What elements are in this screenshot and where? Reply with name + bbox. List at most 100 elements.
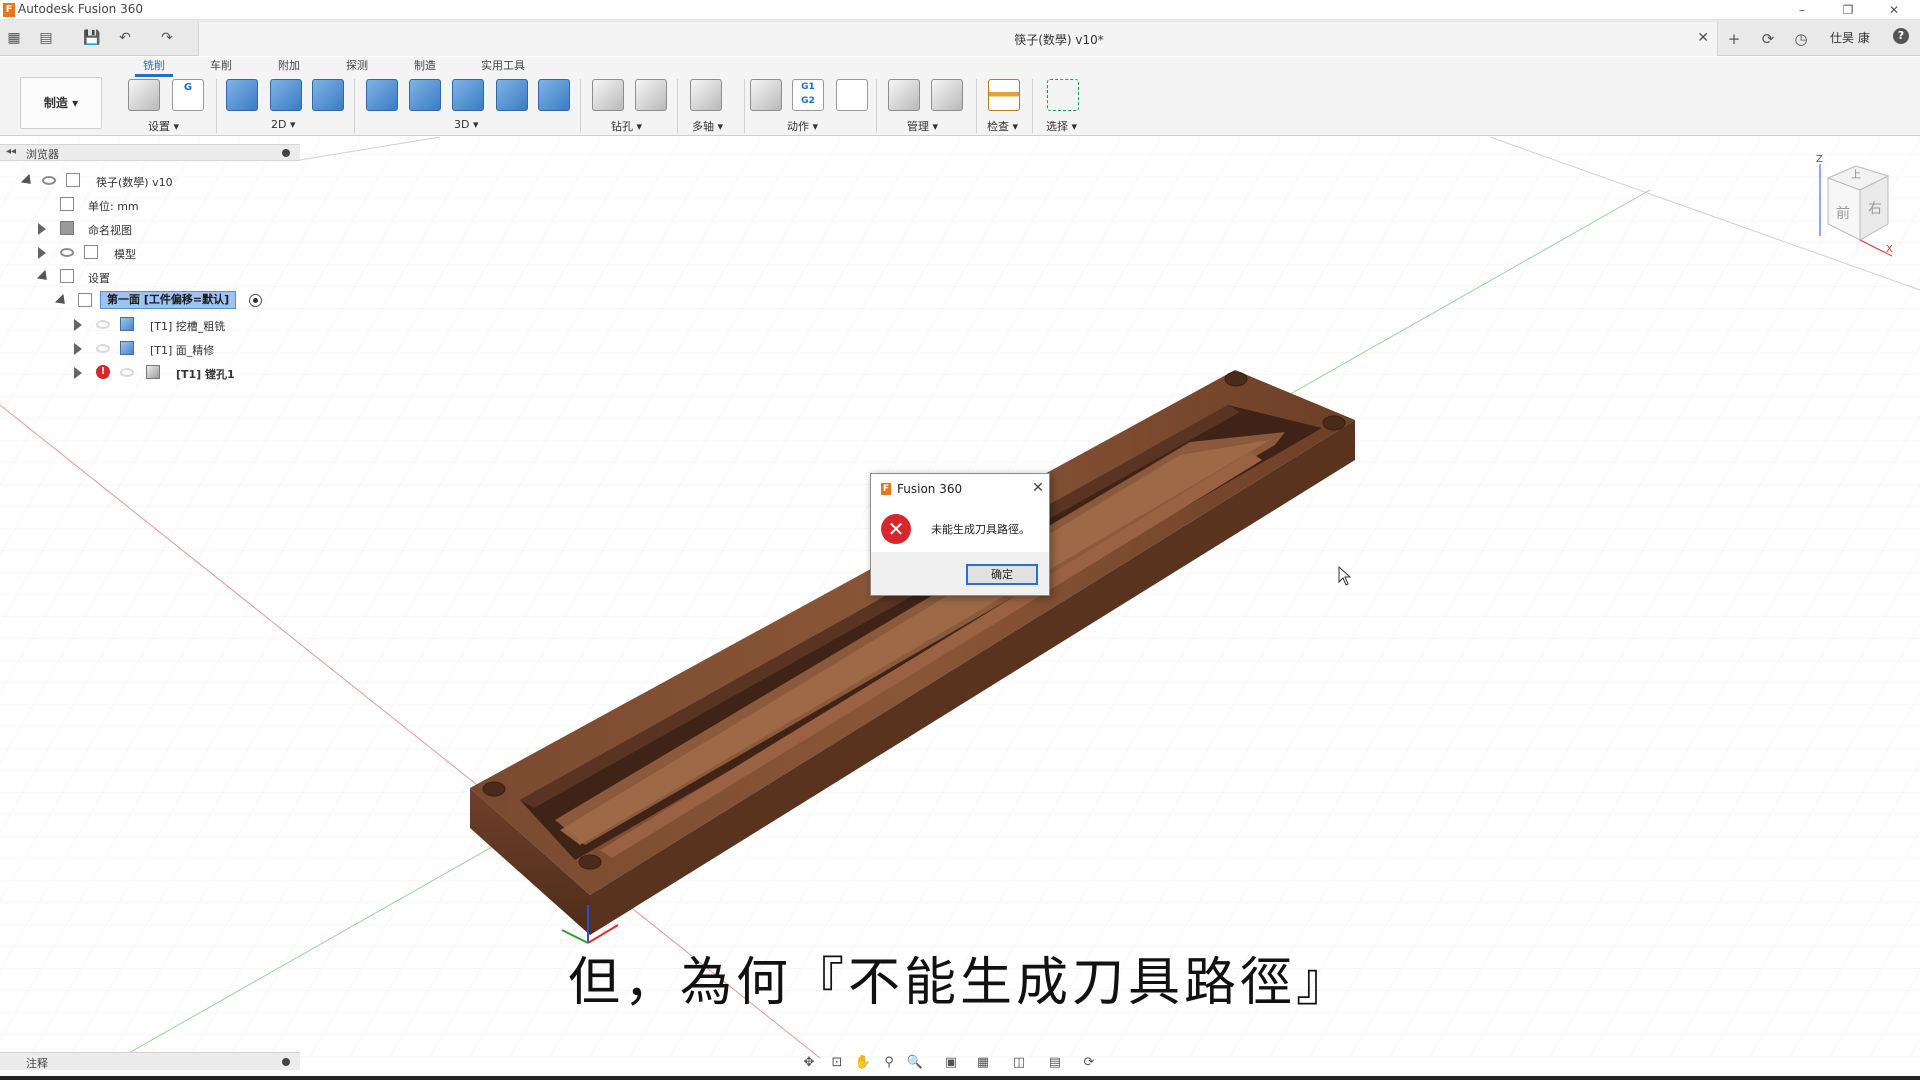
tree-named-views[interactable]: 命名视图 [0, 219, 300, 239]
model-component-icon [84, 245, 98, 259]
tree-units[interactable]: 单位: mm [0, 195, 300, 215]
tab-inspection[interactable]: 探测 [346, 57, 368, 75]
workspace-switcher-button[interactable]: 制造 ▾ [20, 77, 102, 129]
3d-adaptive-clearing-icon[interactable] [366, 79, 398, 111]
expand-arrow-icon[interactable] [74, 319, 82, 331]
visibility-eye-icon[interactable] [96, 320, 110, 329]
visibility-eye-icon[interactable] [60, 248, 74, 257]
viewcube-front-face[interactable]: 前 [1836, 203, 1850, 223]
tree-operation-bore[interactable]: ! [T1] 镗孔1 [0, 363, 300, 383]
tree-operation-face[interactable]: [T1] 面_精修 [0, 339, 300, 359]
new-folder-setup-icon[interactable] [128, 79, 160, 111]
setup-sheet-g-icon[interactable]: G [172, 79, 204, 111]
group-select-label[interactable]: 选择 ▾ [1046, 118, 1077, 134]
simulate-icon[interactable] [750, 79, 782, 111]
display-settings-icon[interactable]: ▣ [942, 1055, 960, 1071]
group-manage-label[interactable]: 管理 ▾ [907, 118, 938, 134]
group-2d-label[interactable]: 2D ▾ [271, 118, 296, 131]
close-document-icon[interactable]: ✕ [1697, 30, 1709, 46]
data-panel-grid-icon[interactable]: ▦ [4, 29, 24, 47]
ok-button[interactable]: 确定 [966, 564, 1038, 585]
tree-label: 命名视图 [88, 224, 132, 237]
browser-collapse-icon[interactable]: ◂◂ [6, 146, 16, 157]
viewcube-z-axis-label: Z [1816, 154, 1823, 165]
zoom-icon[interactable]: ⚲ [880, 1055, 898, 1071]
pan-hand-icon[interactable]: ✋ [854, 1055, 872, 1071]
comments-panel[interactable]: 注释 [0, 1052, 300, 1070]
restore-button[interactable]: ❐ [1828, 1, 1868, 19]
viewports-icon[interactable]: ◫ [1010, 1055, 1028, 1071]
orbit-icon[interactable]: ✥ [800, 1055, 818, 1071]
2d-pocket-icon[interactable] [270, 79, 302, 111]
help-icon[interactable]: ? [1893, 28, 1909, 44]
drill-icon[interactable] [592, 79, 624, 111]
new-tab-add-icon[interactable]: + [1723, 28, 1745, 50]
tree-setups[interactable]: 设置 [0, 267, 300, 287]
notifications-clock-icon[interactable]: ◷ [1790, 28, 1812, 50]
measure-icon[interactable] [988, 79, 1020, 111]
tree-label: [T1] 挖槽_粗铣 [150, 320, 226, 333]
viewcube-top-face[interactable]: 上 [1851, 166, 1861, 181]
swarf-multi-axis-icon[interactable] [690, 79, 722, 111]
refresh-icon[interactable]: ⟳ [1080, 1055, 1098, 1071]
job-status-icon[interactable]: ⟳ [1757, 28, 1779, 50]
look-at-icon[interactable]: ⊡ [828, 1055, 846, 1071]
dialog-close-icon[interactable]: ✕ [1029, 479, 1047, 497]
hole-recognition-icon[interactable] [635, 79, 667, 111]
tree-active-setup[interactable]: 第一面 [工件偏移=默认] [0, 291, 300, 311]
close-window-button[interactable]: ✕ [1874, 1, 1914, 19]
face-operation-icon[interactable] [312, 79, 344, 111]
2d-adaptive-clearing-icon[interactable] [226, 79, 258, 111]
expand-arrow-icon[interactable] [74, 367, 82, 379]
redo-icon[interactable]: ↷ [157, 29, 177, 47]
parallel-icon[interactable] [452, 79, 484, 111]
environment-icon[interactable]: ▤ [1046, 1055, 1064, 1071]
comments-pin-icon[interactable] [282, 1058, 290, 1066]
viewcube-right-face[interactable]: 右 [1868, 198, 1882, 218]
group-inspect-label[interactable]: 检查 ▾ [987, 118, 1018, 134]
expand-arrow-icon[interactable] [54, 293, 70, 309]
visibility-eye-icon[interactable] [42, 176, 56, 185]
expand-arrow-icon[interactable] [74, 343, 82, 355]
visibility-eye-icon[interactable] [120, 368, 134, 377]
tab-additive[interactable]: 附加 [278, 57, 300, 75]
expand-arrow-icon[interactable] [20, 173, 36, 189]
browser-header[interactable]: ◂◂ 浏览器 [0, 144, 300, 161]
tree-operation-pocket[interactable]: [T1] 挖槽_粗铣 [0, 315, 300, 335]
group-setup-label[interactable]: 设置 ▾ [148, 118, 179, 134]
user-account-name[interactable]: 仕昊 康 [1830, 29, 1870, 46]
document-tab[interactable]: 筷子(数學) v10* ✕ [198, 22, 1718, 56]
tree-root-document[interactable]: 筷子(数學) v10 [0, 171, 300, 191]
select-window-icon[interactable] [1047, 79, 1079, 111]
group-drilling-label[interactable]: 钻孔 ▾ [611, 118, 642, 134]
tab-fabrication[interactable]: 制造 [414, 57, 436, 75]
viewcube[interactable]: 上 前 右 Z X [1816, 154, 1896, 258]
expand-arrow-icon[interactable] [36, 269, 52, 285]
fit-window-icon[interactable]: 🔍 [906, 1055, 924, 1071]
dialog-title-bar[interactable]: F Fusion 360 [871, 474, 1049, 502]
post-process-g1g2-icon[interactable]: G1 G2 [792, 79, 824, 111]
tab-turning[interactable]: 车削 [210, 57, 232, 75]
file-menu-icon[interactable]: ▤ [36, 29, 56, 47]
group-actions-label[interactable]: 动作 ▾ [787, 118, 818, 134]
tab-milling[interactable]: 铣削 [135, 57, 173, 77]
tool-library-icon[interactable] [888, 79, 920, 111]
undo-icon[interactable]: ↶ [115, 29, 135, 47]
save-icon[interactable]: 💾 [82, 29, 102, 47]
group-3d-label[interactable]: 3D ▾ [454, 118, 479, 131]
visibility-eye-icon[interactable] [96, 344, 110, 353]
expand-arrow-icon[interactable] [38, 247, 46, 259]
activate-setup-radio[interactable] [249, 294, 262, 307]
minimize-button[interactable]: – [1782, 1, 1822, 19]
machine-library-icon[interactable] [931, 79, 963, 111]
3d-pocket-clearing-icon[interactable] [409, 79, 441, 111]
group-multiaxis-label[interactable]: 多轴 ▾ [692, 118, 723, 134]
expand-arrow-icon[interactable] [38, 223, 46, 235]
scallop-icon[interactable] [496, 79, 528, 111]
tab-utilities[interactable]: 实用工具 [481, 57, 525, 75]
setup-sheet-icon[interactable] [836, 79, 868, 111]
grid-settings-icon[interactable]: ▦ [974, 1055, 992, 1071]
browser-pin-icon[interactable] [282, 149, 290, 157]
contour-icon[interactable] [538, 79, 570, 111]
tree-models[interactable]: 模型 [0, 243, 300, 263]
